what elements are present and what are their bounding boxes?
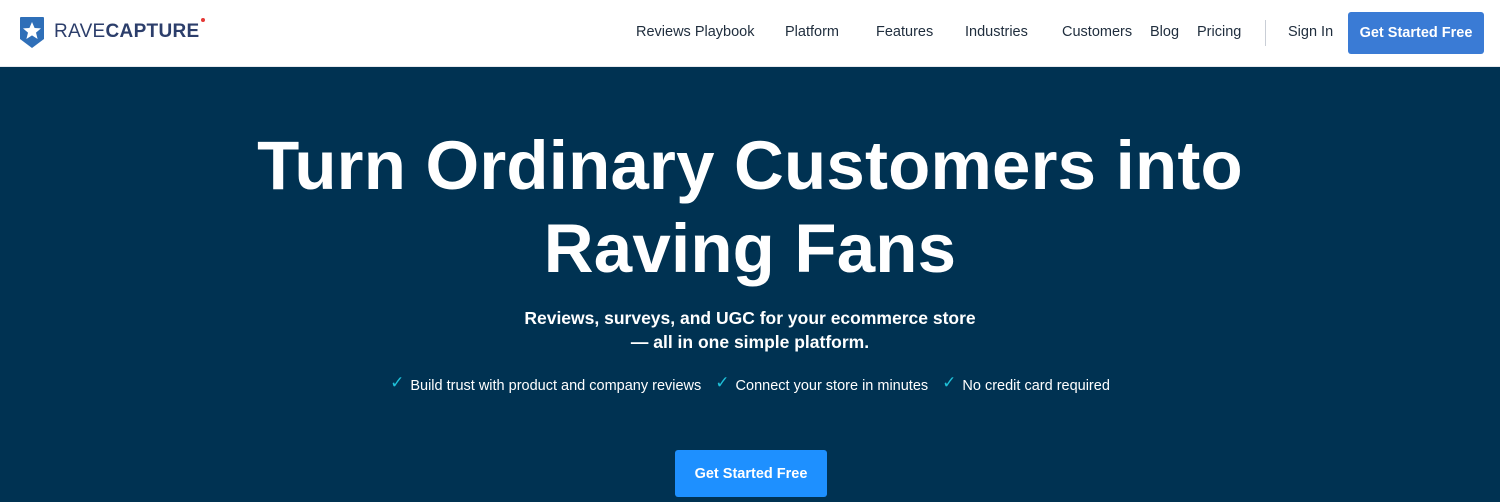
- hero-subtitle: Reviews, surveys, and UGC for your ecomm…: [0, 306, 1500, 354]
- check-icon: ✓: [942, 373, 957, 392]
- site-header: RAVECAPTURE Reviews Playbook Platform Fe…: [0, 0, 1500, 67]
- nav-reviews-playbook[interactable]: Reviews Playbook: [636, 24, 754, 40]
- nav-blog[interactable]: Blog: [1150, 24, 1179, 40]
- header-get-started-button[interactable]: Get Started Free: [1348, 12, 1484, 54]
- nav-divider: [1265, 20, 1266, 46]
- benefit-item: ✓ No credit card required: [942, 373, 1110, 396]
- landing-page: RAVECAPTURE Reviews Playbook Platform Fe…: [0, 0, 1500, 502]
- nav-industries[interactable]: Industries: [965, 24, 1028, 40]
- hero-title: Turn Ordinary Customers into Raving Fans: [0, 124, 1500, 290]
- ravecapture-logo[interactable]: RAVECAPTURE: [18, 15, 206, 49]
- logo-rave: RAVE: [54, 20, 106, 42]
- benefit-item: ✓ Build trust with product and company r…: [390, 373, 702, 396]
- hero-section: Turn Ordinary Customers into Raving Fans…: [0, 67, 1500, 502]
- benefit-label: Build trust with product and company rev…: [410, 378, 702, 394]
- hero-title-line-2: Raving Fans: [543, 210, 957, 287]
- star-shield-icon: [20, 17, 44, 48]
- nav-customers[interactable]: Customers: [1062, 24, 1132, 40]
- benefit-label: No credit card required: [962, 378, 1110, 394]
- hero-subtitle-line-2: — all in one simple platform.: [630, 332, 870, 352]
- nav-pricing[interactable]: Pricing: [1197, 24, 1241, 40]
- benefit-item: ✓ Connect your store in minutes: [715, 373, 929, 396]
- check-icon: ✓: [390, 373, 405, 392]
- hero-title-line-1: Turn Ordinary Customers into: [257, 127, 1243, 204]
- logo-wordmark: RAVECAPTURE: [54, 17, 206, 42]
- check-icon: ✓: [715, 373, 730, 392]
- hero-get-started-button[interactable]: Get Started Free: [675, 450, 827, 497]
- logo-dot: [201, 17, 206, 22]
- logo-capture: CAPTURE: [105, 20, 200, 42]
- benefits-list: ✓ Build trust with product and company r…: [0, 373, 1500, 396]
- hero-subtitle-line-1: Reviews, surveys, and UGC for your ecomm…: [524, 308, 976, 328]
- nav-platform[interactable]: Platform: [785, 24, 839, 40]
- benefit-label: Connect your store in minutes: [735, 378, 929, 394]
- sign-in-link[interactable]: Sign In: [1288, 24, 1333, 40]
- nav-features[interactable]: Features: [876, 24, 933, 40]
